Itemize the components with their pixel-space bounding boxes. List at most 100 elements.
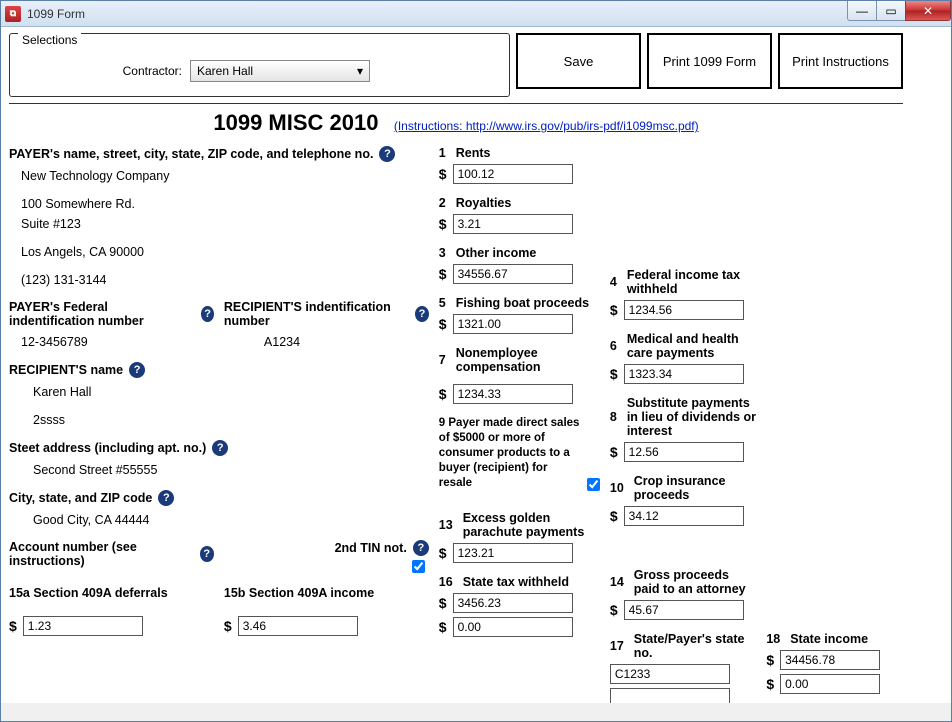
payer-street1: 100 Somewhere Rd. xyxy=(9,194,429,214)
recipient-street: Second Street #55555 xyxy=(9,460,429,480)
dollar-icon: $ xyxy=(610,602,618,618)
payer-fedid: 12-3456789 xyxy=(9,332,214,352)
chevron-down-icon: ▾ xyxy=(357,64,363,78)
dollar-icon: $ xyxy=(610,366,618,382)
second-tin-label: 2nd TIN not. xyxy=(335,541,407,555)
form-title: 1099 MISC 2010 xyxy=(213,110,378,135)
box10-input[interactable] xyxy=(624,506,744,526)
box1-input[interactable] xyxy=(453,164,573,184)
dollar-icon: $ xyxy=(439,595,447,611)
recipient-city-label: City, state, and ZIP code xyxy=(9,491,152,505)
recipient-name-label: RECIPIENT'S name xyxy=(9,363,123,377)
divider xyxy=(9,103,903,104)
help-icon[interactable]: ? xyxy=(379,146,395,162)
help-icon[interactable]: ? xyxy=(212,440,228,456)
contractor-select[interactable]: Karen Hall ▾ xyxy=(190,60,370,82)
window: ⧉ 1099 Form — ▭ ✕ xyxy=(0,0,952,722)
help-icon[interactable]: ? xyxy=(201,306,214,322)
dollar-icon: $ xyxy=(439,545,447,561)
save-button[interactable]: Save xyxy=(516,33,641,89)
box9-label: 9 Payer made direct sales of $5000 or mo… xyxy=(439,416,583,491)
dollar-icon: $ xyxy=(439,316,447,332)
box8-input[interactable] xyxy=(624,442,744,462)
selections-group: Selections Contractor: Karen Hall ▾ xyxy=(9,33,510,97)
box18-input-2[interactable] xyxy=(780,674,880,694)
box4-label: Federal income tax withheld xyxy=(627,268,756,296)
box15b-input[interactable] xyxy=(238,616,358,636)
recipient-name1: Karen Hall xyxy=(9,382,429,402)
dollar-icon: $ xyxy=(610,302,618,318)
second-tin-checkbox[interactable] xyxy=(412,560,425,573)
box18-input-1[interactable] xyxy=(780,650,880,670)
print-1099-button[interactable]: Print 1099 Form xyxy=(647,33,772,89)
box5-label: Fishing boat proceeds xyxy=(456,296,589,310)
payer-name: New Technology Company xyxy=(9,166,429,186)
content-scroll[interactable]: Selections Contractor: Karen Hall ▾ Save… xyxy=(1,27,951,703)
dollar-icon: $ xyxy=(439,166,447,182)
window-controls: — ▭ ✕ xyxy=(848,1,951,21)
payer-label: PAYER's name, street, city, state, ZIP c… xyxy=(9,147,373,161)
box18-label: State income xyxy=(790,632,868,646)
box15a-label: 15a Section 409A deferrals xyxy=(9,586,168,600)
dollar-icon: $ xyxy=(610,508,618,524)
box9-checkbox[interactable] xyxy=(587,478,600,491)
dollar-icon: $ xyxy=(439,266,447,282)
box7-input[interactable] xyxy=(453,384,573,404)
dollar-icon: $ xyxy=(766,676,774,692)
help-icon[interactable]: ? xyxy=(129,362,145,378)
box6-label: Medical and health care payments xyxy=(627,332,756,360)
window-title: 1099 Form xyxy=(27,7,85,21)
box14-label: Gross proceeds paid to an attorney xyxy=(634,568,757,596)
box1-label: Rents xyxy=(456,146,491,160)
instructions-link[interactable]: (Instructions: http://www.irs.gov/pub/ir… xyxy=(394,119,699,133)
help-icon[interactable]: ? xyxy=(415,306,429,322)
box10-label: Crop insurance proceeds xyxy=(634,474,757,502)
box15b-label: 15b Section 409A income xyxy=(224,586,374,600)
close-button[interactable]: ✕ xyxy=(905,1,951,21)
print-instructions-button[interactable]: Print Instructions xyxy=(778,33,903,89)
horizontal-scrollbar[interactable] xyxy=(1,703,951,721)
box16-input-2[interactable] xyxy=(453,617,573,637)
box13-input[interactable] xyxy=(453,543,573,563)
help-icon[interactable]: ? xyxy=(413,540,429,556)
box5-input[interactable] xyxy=(453,314,573,334)
box3-label: Other income xyxy=(456,246,537,260)
box2-label: Royalties xyxy=(456,196,512,210)
box8-label: Substitute payments in lieu of dividends… xyxy=(627,396,756,438)
dollar-icon: $ xyxy=(9,618,17,634)
minimize-button[interactable]: — xyxy=(847,1,877,21)
box15a-input[interactable] xyxy=(23,616,143,636)
dollar-icon: $ xyxy=(439,619,447,635)
payer-street2: Suite #123 xyxy=(9,214,429,234)
selections-label: Selections xyxy=(18,33,81,47)
recipient-street-label: Steet address (including apt. no.) xyxy=(9,441,206,455)
dollar-icon: $ xyxy=(224,618,232,634)
maximize-button[interactable]: ▭ xyxy=(876,1,906,21)
payer-fedid-label: PAYER's Federal indentification number xyxy=(9,300,195,328)
box6-input[interactable] xyxy=(624,364,744,384)
box2-input[interactable] xyxy=(453,214,573,234)
dollar-icon: $ xyxy=(766,652,774,668)
box16-input-1[interactable] xyxy=(453,593,573,613)
help-icon[interactable]: ? xyxy=(200,546,214,562)
account-number-label: Account number (see instructions) xyxy=(9,540,194,568)
box17-input-2[interactable] xyxy=(610,688,730,703)
box17-label: State/Payer's state no. xyxy=(634,632,757,660)
contractor-value: Karen Hall xyxy=(197,64,253,78)
recipient-city: Good City, CA 44444 xyxy=(9,510,429,530)
recipient-id-label: RECIPIENT'S indentification number xyxy=(224,300,409,328)
payer-phone: (123) 131-3144 xyxy=(9,270,429,290)
recipient-id: A1234 xyxy=(224,332,429,352)
box14-input[interactable] xyxy=(624,600,744,620)
help-icon[interactable]: ? xyxy=(158,490,174,506)
recipient-name2: 2ssss xyxy=(9,410,429,430)
box13-label: Excess golden parachute payments xyxy=(463,511,600,539)
box3-input[interactable] xyxy=(453,264,573,284)
dollar-icon: $ xyxy=(439,216,447,232)
box17-input-1[interactable] xyxy=(610,664,730,684)
titlebar: ⧉ 1099 Form — ▭ ✕ xyxy=(1,1,951,27)
payer-city: Los Angels, CA 90000 xyxy=(9,242,429,262)
box4-input[interactable] xyxy=(624,300,744,320)
dollar-icon: $ xyxy=(610,444,618,460)
box7-label: Nonemployee compensation xyxy=(456,346,600,374)
